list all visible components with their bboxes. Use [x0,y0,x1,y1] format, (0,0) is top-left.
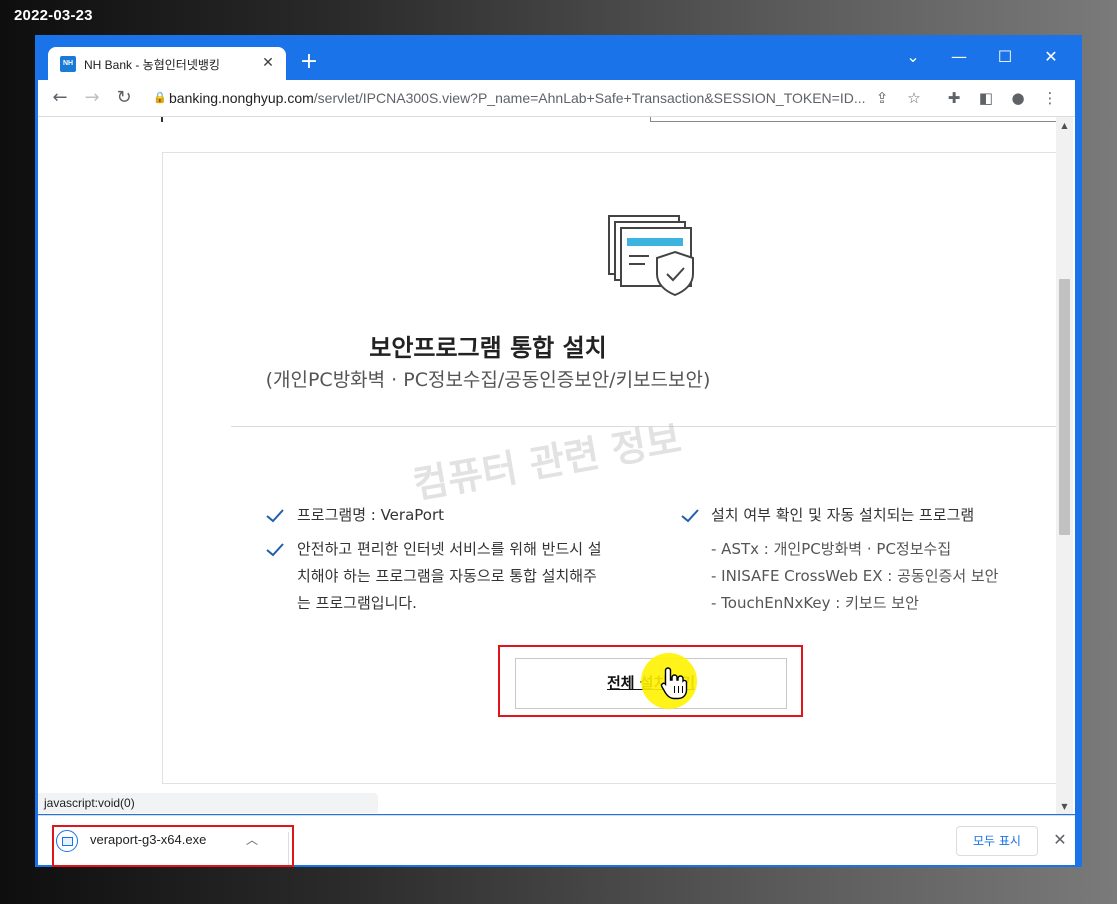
extensions-icon[interactable]: ✚ [942,85,966,111]
list-item: - ASTx : 개인PC방화벽 · PC정보수집 [711,540,952,558]
minimize-button[interactable]: — [936,42,982,72]
new-tab-button[interactable]: + [297,51,321,75]
more-menu-icon[interactable]: ⋮ [1038,85,1062,111]
download-shelf-close-icon[interactable]: ✕ [1048,828,1072,852]
page-title: 보안프로그램 통합 설치 [369,334,607,362]
back-arrow-icon[interactable]: ← [47,85,73,111]
tab-title: NH Bank - 농협인터넷뱅킹 [84,58,220,72]
scroll-up-arrow-icon[interactable]: ▲ [1056,121,1073,131]
auto-install-list: - ASTx : 개인PC방화벽 · PC정보수집 - INISAFE Cros… [711,536,999,617]
tab-strip: NH NH Bank - 농협인터넷뱅킹 ✕ + ⌄ — ☐ ✕ [38,38,1075,80]
page-viewport: 보안프로그램 통합 설치 (개인PC방화벽 · PC정보수집/공동인증보안/키보… [38,117,1075,814]
program-description: 안전하고 편리한 인터넷 서비스를 위해 반드시 설 치해야 하는 프로그램을 … [297,536,602,617]
lock-icon: 🔒 [153,92,167,104]
profile-avatar-icon[interactable]: ● [1006,85,1030,111]
tab-nh-bank[interactable]: NH NH Bank - 농협인터넷뱅킹 ✕ [48,47,286,80]
description-line: 는 프로그램입니다. [297,594,417,612]
auto-install-heading: 설치 여부 확인 및 자동 설치되는 프로그램 [711,506,975,524]
reload-icon[interactable]: ↻ [111,85,137,111]
tab-search-icon[interactable]: ⌄ [890,42,936,72]
tab-close-icon[interactable]: ✕ [258,53,278,73]
browser-window: NH NH Bank - 농협인터넷뱅킹 ✕ + ⌄ — ☐ ✕ ← → ↻ 🔒… [35,35,1082,867]
checkmark-icon [266,543,284,557]
nh-favicon-icon: NH [60,56,76,72]
hand-cursor-icon [660,667,688,700]
description-line: 치해야 하는 프로그램을 자동으로 통합 설치해주 [297,567,597,585]
download-shelf: veraport-g3-x64.exe ︿ 모두 표시 ✕ [38,815,1075,867]
security-document-shield-icon [608,215,694,297]
show-all-button[interactable]: 모두 표시 [956,826,1038,856]
share-icon[interactable]: ⇪ [870,85,894,111]
list-item: - INISAFE CrossWeb EX : 공동인증서 보안 [711,567,999,585]
list-item: - TouchEnNxKey : 키보드 보안 [711,594,919,612]
browser-toolbar: ← → ↻ 🔒 banking.nonghyup.com/servlet/IPCN… [38,80,1075,117]
forward-arrow-icon[interactable]: → [79,85,105,111]
address-bar[interactable]: 🔒 banking.nonghyup.com/servlet/IPCNA300S.… [153,84,873,113]
screenshot-date: 2022-03-23 [14,7,93,24]
page-subtitle: (개인PC방화벽 · PC정보수집/공동인증보안/키보드보안) [265,369,711,391]
program-name-text: 프로그램명 : VeraPort [297,506,445,524]
side-panel-icon[interactable]: ◧ [974,85,998,111]
window-close-button[interactable]: ✕ [1028,42,1074,72]
url-host: banking.nonghyup.com [169,90,314,106]
url-path: /servlet/IPCNA300S.view?P_name=AhnLab+Sa… [313,90,866,106]
top-edge-mark [161,117,163,122]
top-edge-frame [650,117,1056,122]
scroll-down-arrow-icon[interactable]: ▼ [1056,802,1073,812]
status-bubble: javascript:void(0) [38,793,378,813]
checkmark-icon [681,509,699,523]
download-item-highlight [52,825,294,867]
bookmark-star-icon[interactable]: ☆ [902,85,926,111]
description-line: 안전하고 편리한 인터넷 서비스를 위해 반드시 설 [297,540,602,558]
page-scrollbar[interactable]: ▲ ▼ [1056,117,1073,814]
checkmark-icon [266,509,284,523]
maximize-button[interactable]: ☐ [982,42,1028,72]
scroll-thumb[interactable] [1059,279,1070,535]
